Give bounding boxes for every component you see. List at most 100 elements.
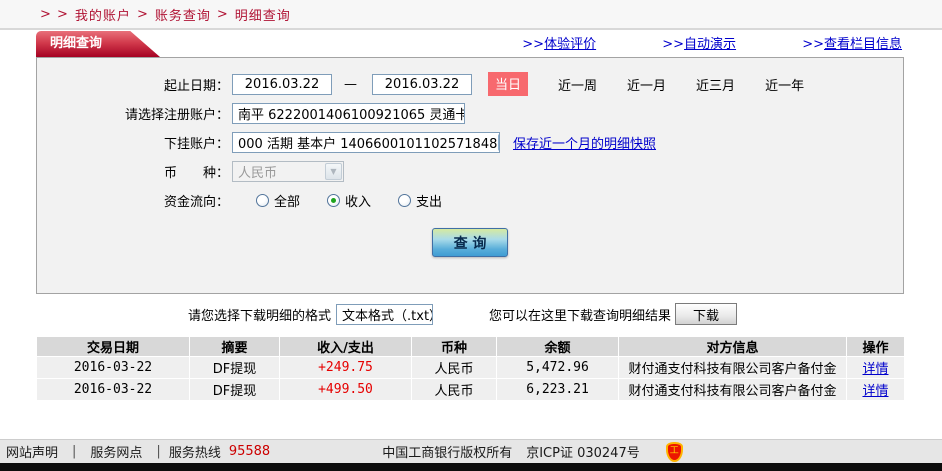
tab-bar: 明细查询 >>体验评价 >>自动演示 >>查看栏目信息 <box>0 30 942 57</box>
range-month-button[interactable]: 近一月 <box>627 75 666 94</box>
currency-row: 币 种： 人民币 ▼ <box>37 160 903 182</box>
breadcrumb-item-account-query[interactable]: 账务查询 <box>155 5 211 24</box>
table-header-row: 交易日期 摘要 收入/支出 币种 余额 对方信息 操作 <box>37 337 904 356</box>
copyright-text: 中国工商银行版权所有 <box>382 446 513 461</box>
link-label: 自动演示 <box>684 37 737 52</box>
cell-summary: DF提现 <box>190 357 279 378</box>
date-dash: — <box>344 76 357 92</box>
today-button[interactable]: 当日 <box>488 72 529 96</box>
date-range-label: 起止日期： <box>163 78 229 94</box>
footer-band: 网站声明 | 服务网点 | 服务热线 95588 中国工商银行版权所有 京ICP… <box>0 439 942 463</box>
link-prefix: >> <box>802 37 824 52</box>
link-view-column-info[interactable]: >>查看栏目信息 <box>802 37 902 52</box>
range-week-button[interactable]: 近一周 <box>558 75 597 94</box>
hotline-number: 95588 <box>228 444 271 459</box>
register-account-row: 请选择注册账户： 南平 6222001406100921065 灵通卡 ▼ <box>37 102 903 124</box>
cell-balance: 5,472.96 <box>497 357 618 378</box>
bottom-black-bar <box>0 463 942 471</box>
snapshot-link[interactable]: 保存近一个月的明细快照 <box>513 133 656 152</box>
link-prefix: >> <box>662 37 685 52</box>
breadcrumb-separator: > <box>136 6 149 22</box>
download-format-select[interactable]: 文本格式（.txt） ▼ <box>336 303 434 325</box>
currency-label: 币 种： <box>163 165 229 181</box>
download-format-value: 文本格式（.txt） <box>342 308 434 324</box>
currency-select: 人民币 ▼ <box>232 160 344 182</box>
tab-detail-query[interactable]: 明细查询 <box>36 31 160 57</box>
date-to-input[interactable] <box>372 73 472 95</box>
table-row: 2016-03-22 DF提现 +499.50 人民币 6,223.21 财付通… <box>37 379 904 400</box>
flow-option-label: 收入 <box>345 194 372 210</box>
link-prefix: >> <box>522 37 545 52</box>
query-button[interactable]: 查 询 <box>432 228 508 257</box>
col-header-balance: 余额 <box>497 337 618 356</box>
query-button-wrap: 查 询 <box>37 228 903 257</box>
link-experience-review[interactable]: >>体验评价 <box>522 37 596 52</box>
breadcrumb-prefix: > > <box>40 6 69 22</box>
flow-option-label: 支出 <box>416 194 443 210</box>
download-button[interactable]: 下载 <box>675 303 738 325</box>
radio-checked-icon <box>327 193 341 207</box>
icbc-badge-icon: 工 <box>665 441 683 462</box>
col-header-action: 操作 <box>847 337 904 356</box>
breadcrumb-separator: > <box>216 6 229 22</box>
flow-radio-all[interactable]: 全部 <box>256 191 300 210</box>
download-row: 请您选择下载明细的格式 文本格式（.txt） ▼ 您可以在这里下载查询明细结果 … <box>36 302 904 326</box>
flow-option-label: 全部 <box>274 194 301 210</box>
breadcrumb: > > 我的账户 > 账务查询 > 明细查询 <box>0 0 942 30</box>
range-quarter-button[interactable]: 近三月 <box>696 75 735 94</box>
breadcrumb-item-my-account[interactable]: 我的账户 <box>75 5 131 24</box>
detail-link[interactable]: 详情 <box>862 362 888 377</box>
detail-link[interactable]: 详情 <box>862 384 888 399</box>
cell-counterparty: 财付通支付科技有限公司客户备付金 <box>619 357 846 378</box>
download-format-label: 请您选择下载明细的格式 <box>188 308 332 324</box>
link-label: 查看栏目信息 <box>823 37 902 52</box>
cell-date: 2016-03-22 <box>37 379 189 400</box>
radio-unchecked-icon <box>256 193 269 207</box>
flow-row: 资金流向： 全部 收入 支出 <box>37 189 903 211</box>
sub-account-row: 下挂账户： 000 活期 基本户 1406600101102571848 ▼ 保… <box>37 131 903 153</box>
currency-value: 人民币 <box>238 165 278 181</box>
cell-counterparty: 财付通支付科技有限公司客户备付金 <box>619 379 846 400</box>
col-header-date: 交易日期 <box>37 337 189 356</box>
footer-link-branches[interactable]: 服务网点 <box>90 442 142 461</box>
sub-account-value: 000 活期 基本户 1406600101102571848 <box>238 136 498 152</box>
footer: 网站声明 | 服务网点 | 服务热线 95588 中国工商银行版权所有 京ICP… <box>0 439 942 471</box>
col-header-amount: 收入/支出 <box>280 337 411 356</box>
icp-text: 京ICP证 030247号 <box>526 446 640 461</box>
flow-radio-expense[interactable]: 支出 <box>398 191 442 210</box>
cell-date: 2016-03-22 <box>37 357 189 378</box>
date-from-input[interactable] <box>232 73 332 95</box>
col-header-currency: 币种 <box>412 337 496 356</box>
footer-divider: | <box>72 444 77 459</box>
cell-summary: DF提现 <box>190 379 279 400</box>
cell-balance: 6,223.21 <box>497 379 618 400</box>
download-hint: 您可以在这里下载查询明细结果 <box>489 308 672 324</box>
tab-label: 明细查询 <box>50 36 103 51</box>
range-year-button[interactable]: 近一年 <box>765 75 804 94</box>
sub-account-select[interactable]: 000 活期 基本户 1406600101102571848 ▼ <box>232 131 500 153</box>
flow-radio-income[interactable]: 收入 <box>327 191 371 210</box>
table-row: 2016-03-22 DF提现 +249.75 人民币 5,472.96 财付通… <box>37 357 904 378</box>
cell-amount: +249.75 <box>280 357 411 378</box>
link-label: 体验评价 <box>544 37 597 52</box>
transactions-table: 交易日期 摘要 收入/支出 币种 余额 对方信息 操作 2016-03-22 D… <box>36 336 905 401</box>
flow-label: 资金流向： <box>163 194 229 210</box>
col-header-summary: 摘要 <box>190 337 279 356</box>
cell-currency: 人民币 <box>412 379 496 400</box>
cell-currency: 人民币 <box>412 357 496 378</box>
register-account-value: 南平 6222001406100921065 灵通卡 <box>238 107 465 123</box>
cell-action: 详情 <box>847 357 904 378</box>
link-auto-demo[interactable]: >>自动演示 <box>662 37 736 52</box>
dropdown-arrow-icon: ▼ <box>325 162 342 180</box>
footer-link-statement[interactable]: 网站声明 <box>6 442 58 461</box>
cell-amount: +499.50 <box>280 379 411 400</box>
footer-divider: | <box>156 444 161 459</box>
hotline-label: 服务热线 <box>168 446 221 461</box>
register-account-select[interactable]: 南平 6222001406100921065 灵通卡 ▼ <box>232 102 465 124</box>
breadcrumb-item-detail-query[interactable]: 明细查询 <box>235 5 291 24</box>
cell-action: 详情 <box>847 379 904 400</box>
header-links: >>体验评价 >>自动演示 >>查看栏目信息 <box>460 33 902 52</box>
date-range-row: 起止日期： — 当日 近一周 近一月 近三月 近一年 <box>37 72 903 96</box>
radio-unchecked-icon <box>398 193 412 207</box>
dropdown-arrow-icon: ▼ <box>498 133 499 151</box>
